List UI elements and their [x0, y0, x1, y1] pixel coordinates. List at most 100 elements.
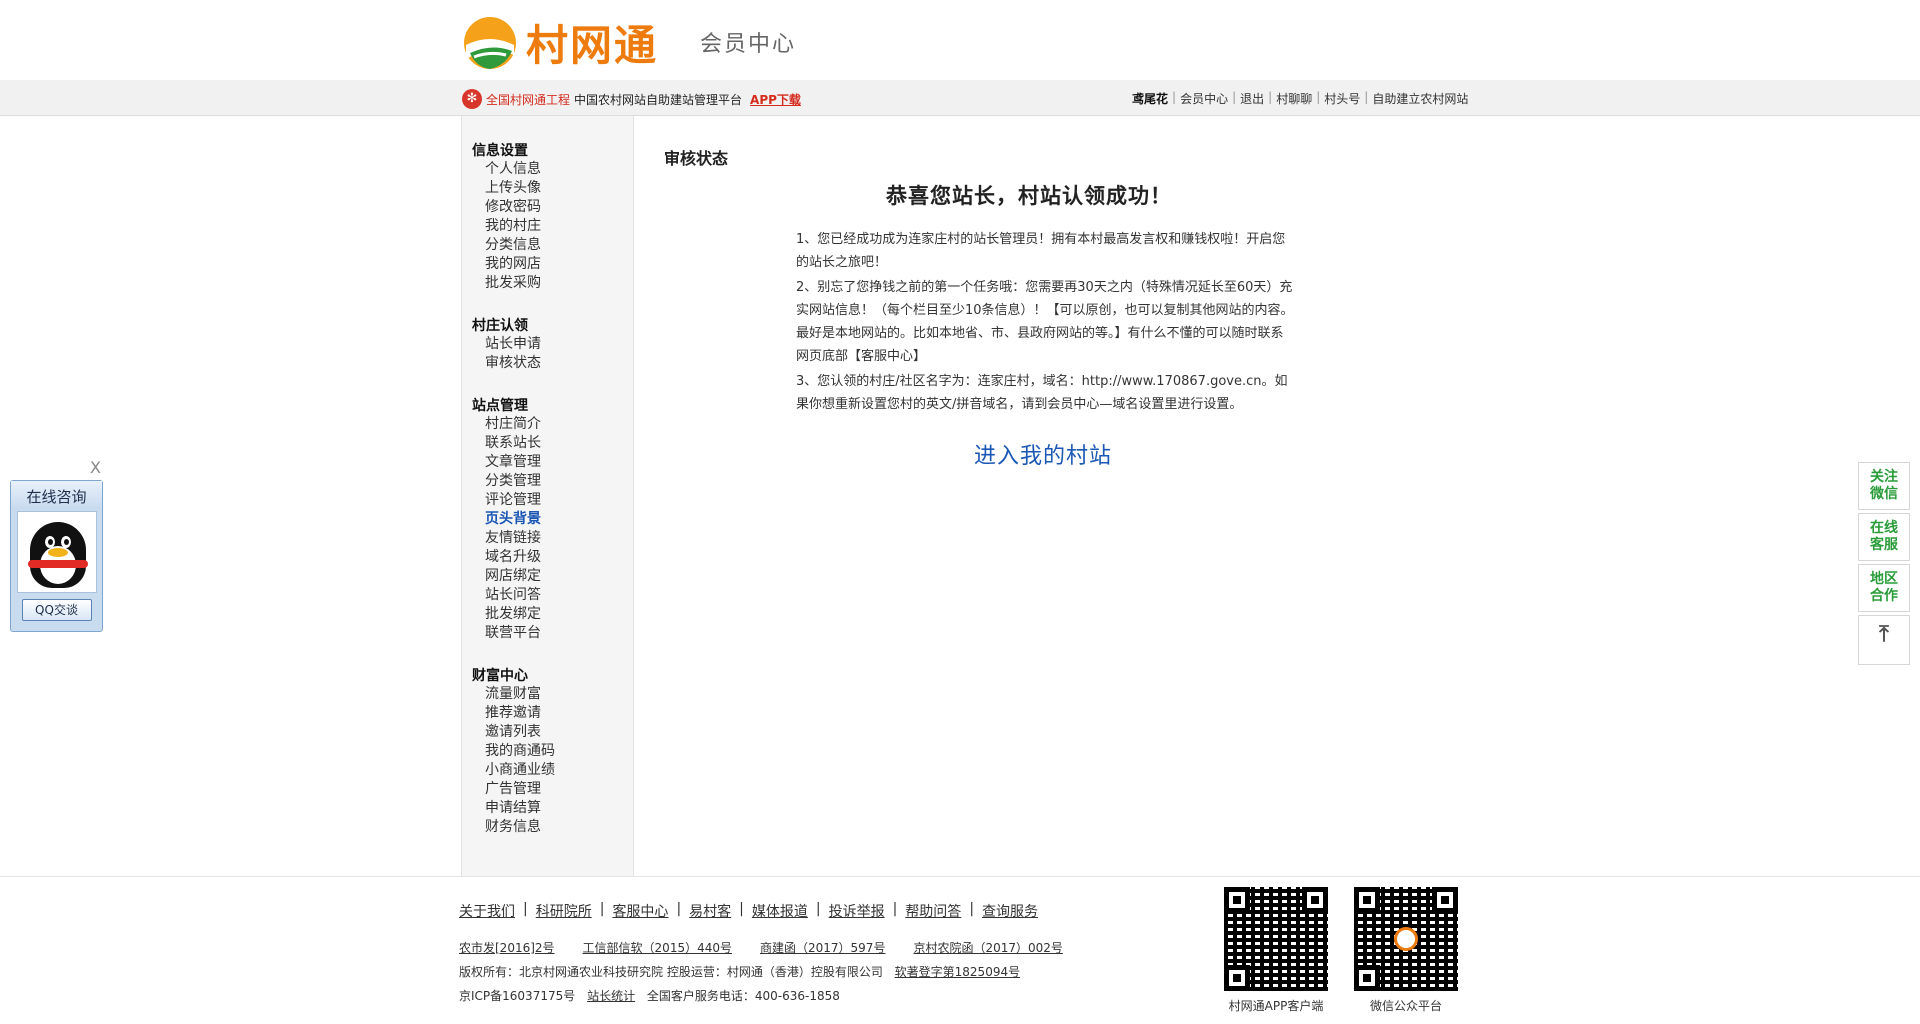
logo[interactable]: 村网通 — [462, 12, 658, 73]
footer-icp: 京ICP备16037175号 站长统计 全国客户服务电话：400-636-185… — [459, 987, 840, 1004]
nav-item-articles[interactable]: 文章管理 — [485, 453, 633, 472]
village-headline-link[interactable]: 村头号 — [1324, 90, 1360, 107]
footer-link-help[interactable]: 帮助问答 — [905, 901, 961, 921]
build-site-link[interactable]: 自助建立农村网站 — [1372, 90, 1468, 107]
project-badge-icon: ✻ — [462, 89, 482, 109]
member-center-link[interactable]: 会员中心 — [1180, 90, 1228, 107]
nav-item-shop-binding[interactable]: 网店绑定 — [485, 567, 633, 586]
username[interactable]: 鸢尾花 — [1132, 90, 1168, 107]
nav-item-contact[interactable]: 联系站长 — [485, 434, 633, 453]
logo-text: 村网通 — [526, 21, 659, 70]
nav-item-categories[interactable]: 分类管理 — [485, 472, 633, 491]
instruction-3: 3、您认领的村庄/社区名字为：连家庄村，域名：http://www.170867… — [796, 374, 1288, 412]
nav-item-village-intro[interactable]: 村庄简介 — [485, 415, 633, 434]
nav-item-wholesale-binding[interactable]: 批发绑定 — [485, 605, 633, 624]
nav-title: 信息设置 — [472, 143, 528, 159]
online-service-button[interactable]: 在线 客服 — [1858, 513, 1910, 561]
qr-code-icon — [1354, 887, 1458, 991]
project-badge-text[interactable]: 全国村网通工程 — [486, 91, 570, 108]
footer-link-yicunke[interactable]: 易村客 — [689, 901, 731, 921]
nav-item-invite[interactable]: 推荐邀请 — [485, 704, 633, 723]
app-qr: 村网通APP客户端 — [1224, 887, 1328, 1014]
sidebar: 信息设置 个人信息 上传头像 修改密码 我的村庄 分类信息 我的网店 批发采购 … — [461, 116, 634, 876]
qq-chat-button[interactable]: QQ交谈 — [21, 599, 92, 621]
footer-link-complaint[interactable]: 投诉举报 — [829, 901, 885, 921]
nav-item-domain-upgrade[interactable]: 域名升级 — [485, 548, 633, 567]
copyright-text: 版权所有：北京村网通农业科技研究院 控股运营：村网通（香港）控股有限公司 — [459, 965, 883, 979]
nav-item-business-code[interactable]: 我的商通码 — [485, 742, 633, 761]
enter-village-site-link[interactable]: 进入我的村站 — [974, 438, 1112, 470]
section-title: 审核状态 — [664, 149, 729, 168]
footer: 关于我们 | 科研院所 | 客服中心 | 易村客 | 媒体报道 | 投诉举报 | 帮助问答 |… — [0, 876, 1920, 1024]
qq-close-icon[interactable]: X — [90, 458, 101, 477]
footer-link-about[interactable]: 关于我们 — [459, 901, 515, 921]
follow-wechat-button[interactable]: 关注 微信 — [1858, 462, 1910, 510]
nav-item-settlement[interactable]: 申请结算 — [485, 799, 633, 818]
nav-title: 站点管理 — [472, 398, 528, 414]
hotline: 全国客户服务电话：400-636-1858 — [646, 989, 840, 1003]
footer-link-query[interactable]: 查询服务 — [982, 901, 1038, 921]
nav-item-apply[interactable]: 站长申请 — [485, 335, 633, 354]
nav-group-site: 站点管理 村庄简介 联系站长 文章管理 分类管理 评论管理 页头背景 友情链接 … — [472, 397, 633, 643]
instruction-1: 1、您已经成功成为连家庄村的站长管理员！拥有本村最高发言权和赚钱权啦！开启您的站… — [796, 232, 1286, 270]
nav-item-avatar[interactable]: 上传头像 — [485, 179, 633, 198]
qq-penguin-icon — [16, 511, 97, 593]
footer-licenses: 农市发[2016]2号 工信部信软（2015）440号 商建函（2017）597… — [459, 939, 1091, 956]
region-cooperation-button[interactable]: 地区 合作 — [1858, 564, 1910, 612]
header: 村网通 会员中心 — [0, 0, 1920, 80]
software-copyright-link[interactable]: 软著登字第1825094号 — [895, 965, 1020, 979]
village-chat-link[interactable]: 村聊聊 — [1276, 90, 1312, 107]
nav-title: 财富中心 — [472, 668, 528, 684]
nav-item-invite-list[interactable]: 邀请列表 — [485, 723, 633, 742]
nav-item-finance[interactable]: 财务信息 — [485, 818, 633, 837]
license-2[interactable]: 工信部信软（2015）440号 — [583, 939, 732, 956]
nav-group-wealth: 财富中心 流量财富 推荐邀请 邀请列表 我的商通码 小商通业绩 广告管理 申请结… — [472, 667, 633, 837]
nav-item-traffic-wealth[interactable]: 流量财富 — [485, 685, 633, 704]
qr-caption: 村网通APP客户端 — [1228, 999, 1324, 1013]
logout-link[interactable]: 退出 — [1240, 90, 1264, 107]
nav-group-info: 信息设置 个人信息 上传头像 修改密码 我的村庄 分类信息 我的网店 批发采购 — [472, 142, 633, 293]
license-4[interactable]: 京村农院函（2017）002号 — [913, 939, 1062, 956]
nav-item-ads[interactable]: 广告管理 — [485, 780, 633, 799]
top-bar: ✻ 全国村网通工程 中国农村网站自助建站管理平台 APP下载 鸢尾花 | 会员中… — [0, 80, 1920, 116]
footer-link-media[interactable]: 媒体报道 — [752, 901, 808, 921]
back-to-top-icon[interactable]: ⤒ — [1858, 615, 1910, 665]
nav-group-claim: 村庄认领 站长申请 审核状态 — [472, 317, 633, 373]
platform-slogan: 中国农村网站自助建站管理平台 — [574, 92, 743, 107]
qq-consult-widget: 在线咨询 QQ交谈 — [10, 480, 103, 632]
stats-link[interactable]: 站长统计 — [587, 989, 635, 1003]
nav-item-profile[interactable]: 个人信息 — [485, 160, 633, 179]
license-1[interactable]: 农市发[2016]2号 — [459, 939, 555, 956]
nav-item-review-status[interactable]: 审核状态 — [485, 354, 633, 373]
nav-title: 村庄认领 — [472, 318, 528, 334]
app-download-link[interactable]: APP下载 — [750, 91, 801, 108]
qr-code-icon — [1224, 887, 1328, 991]
right-float-panel: 关注 微信 在线 客服 地区 合作 ⤒ — [1858, 462, 1910, 668]
footer-link-research[interactable]: 科研院所 — [536, 901, 592, 921]
license-3[interactable]: 商建函（2017）597号 — [760, 939, 885, 956]
nav-item-wholesale[interactable]: 批发采购 — [485, 274, 633, 293]
nav-item-classified[interactable]: 分类信息 — [485, 236, 633, 255]
main-content: 审核状态 恭喜您站长，村站认领成功！ 1、您已经成功成为连家庄村的站长管理员！拥… — [634, 116, 1494, 876]
nav-item-header-bg[interactable]: 页头背景 — [485, 510, 633, 529]
logo-icon — [464, 16, 516, 69]
nav-item-qa[interactable]: 站长问答 — [485, 586, 633, 605]
nav-item-my-shop[interactable]: 我的网店 — [485, 255, 633, 274]
topbar-user-links: 鸢尾花 | 会员中心 | 退出 | 村聊聊 | 村头号 | 自助建立农村网站 — [1132, 90, 1469, 107]
footer-link-service[interactable]: 客服中心 — [612, 901, 668, 921]
nav-item-alliance[interactable]: 联营平台 — [485, 624, 633, 643]
nav-item-comments[interactable]: 评论管理 — [485, 491, 633, 510]
qr-caption: 微信公众平台 — [1369, 999, 1442, 1013]
topbar-left: ✻ 全国村网通工程 中国农村网站自助建站管理平台 APP下载 — [462, 89, 801, 109]
wechat-qr: 微信公众平台 — [1354, 887, 1458, 1014]
footer-links: 关于我们 | 科研院所 | 客服中心 | 易村客 | 媒体报道 | 投诉举报 | 帮助问答 |… — [459, 901, 1039, 921]
nav-item-performance[interactable]: 小商通业绩 — [485, 761, 633, 780]
footer-copyright: 版权所有：北京村网通农业科技研究院 控股运营：村网通（香港）控股有限公司 软著登… — [459, 963, 1020, 980]
qq-title: 在线咨询 — [11, 481, 102, 509]
instruction-2: 2、别忘了您挣钱之前的第一个任务哦：您需要再30天之内（特殊情况延长至60天）充… — [796, 280, 1294, 364]
nav-item-friend-links[interactable]: 友情链接 — [485, 529, 633, 548]
instructions: 1、您已经成功成为连家庄村的站长管理员！拥有本村最高发言权和赚钱权啦！开启您的站… — [796, 228, 1296, 418]
icp-number[interactable]: 京ICP备16037175号 — [459, 989, 575, 1003]
nav-item-my-village[interactable]: 我的村庄 — [485, 217, 633, 236]
nav-item-password[interactable]: 修改密码 — [485, 198, 633, 217]
